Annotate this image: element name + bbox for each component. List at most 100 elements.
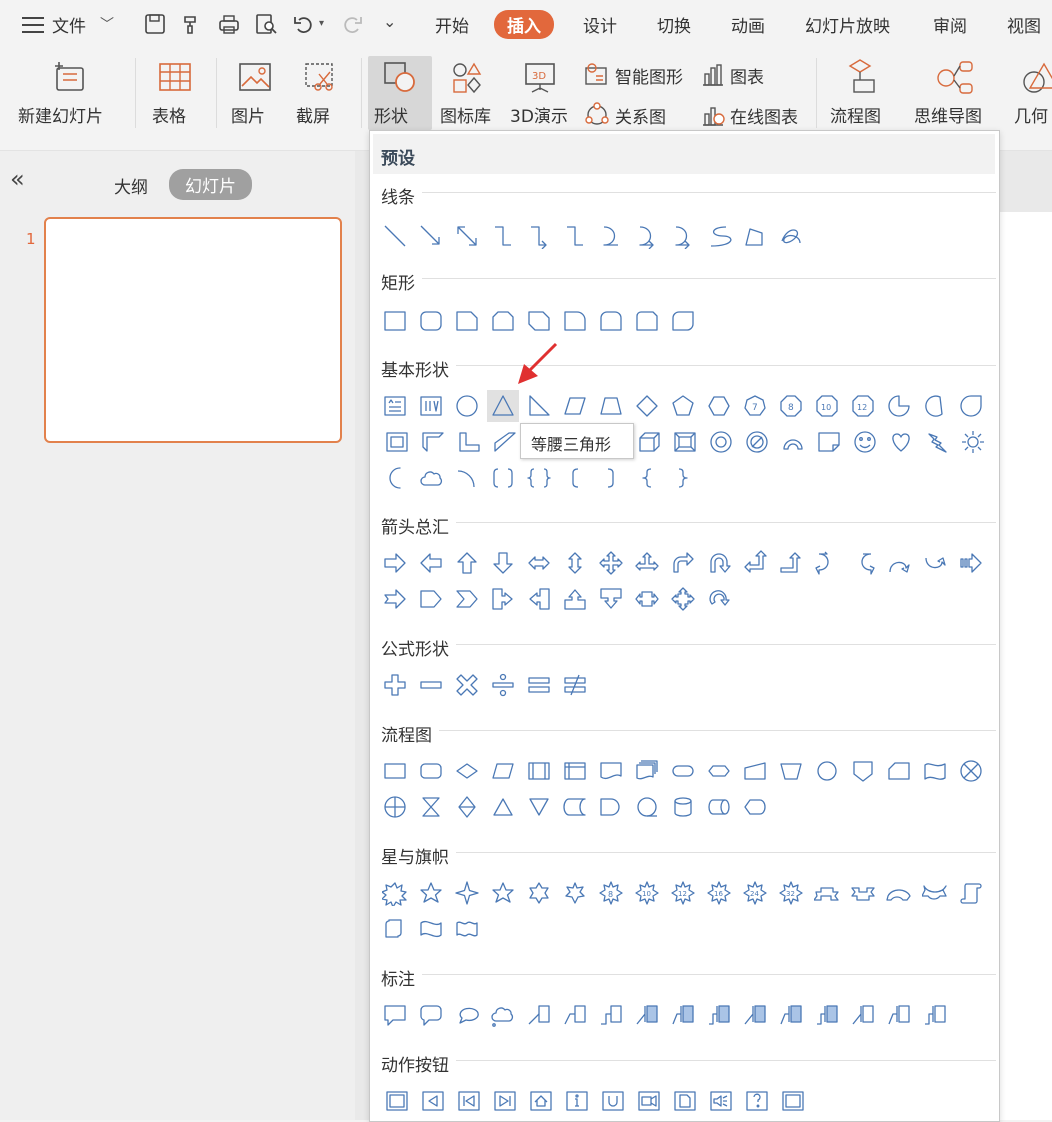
tab-design[interactable]: 设计: [583, 12, 617, 37]
shape-button[interactable]: 形状: [368, 56, 432, 130]
alr-shape-icon[interactable]: [526, 550, 552, 576]
ahome-shape-icon[interactable]: [528, 1088, 554, 1114]
rect-shape-icon[interactable]: [382, 308, 408, 334]
nosym-shape-icon[interactable]: [744, 429, 770, 455]
adoc-shape-icon[interactable]: [672, 1088, 698, 1114]
tab-view[interactable]: 视图: [1007, 12, 1041, 37]
abtn-shape-icon[interactable]: [780, 1088, 806, 1114]
dbrace-shape-icon[interactable]: [526, 465, 552, 491]
adown-shape-icon[interactable]: [490, 550, 516, 576]
arcline-shape-icon[interactable]: [454, 465, 480, 491]
seal8-shape-icon[interactable]: 8: [598, 880, 624, 906]
fold-shape-icon[interactable]: [816, 429, 842, 455]
print-icon[interactable]: [217, 12, 241, 36]
seal10-shape-icon[interactable]: 10: [634, 880, 660, 906]
textbox-shape-icon[interactable]: [382, 393, 408, 419]
rbrace-shape-icon[interactable]: [670, 465, 696, 491]
fterminator-shape-icon[interactable]: [670, 758, 696, 784]
fextract-shape-icon[interactable]: [490, 794, 516, 820]
chevron-down-icon[interactable]: ﹀: [100, 14, 114, 34]
dodec-shape-icon[interactable]: 12: [850, 393, 876, 419]
cbox3-shape-icon[interactable]: [922, 1002, 948, 1028]
aup-shape-icon[interactable]: [454, 550, 480, 576]
cube-shape-icon[interactable]: [636, 429, 662, 455]
dblarrow-shape-icon[interactable]: [454, 223, 480, 249]
crrect-shape-icon[interactable]: [418, 1002, 444, 1028]
curleft-shape-icon[interactable]: [850, 550, 876, 576]
chord-shape-icon[interactable]: [922, 393, 948, 419]
rdiag-shape-icon[interactable]: [670, 308, 696, 334]
aquad-shape-icon[interactable]: [598, 550, 624, 576]
star7-shape-icon[interactable]: [562, 880, 588, 906]
seal12-shape-icon[interactable]: 12: [670, 880, 696, 906]
plus-shape-icon[interactable]: [382, 672, 408, 698]
snipdiag-shape-icon[interactable]: [526, 308, 552, 334]
cbar1-shape-icon[interactable]: [634, 1002, 660, 1028]
ainfo-shape-icon[interactable]: [564, 1088, 590, 1114]
cbox1-shape-icon[interactable]: [850, 1002, 876, 1028]
ccloud-shape-icon[interactable]: [490, 1002, 516, 1028]
3d-demo-button[interactable]: 3D 3D演示: [506, 58, 576, 130]
screenshot-button[interactable]: 截屏: [292, 58, 352, 130]
frame-shape-icon[interactable]: [384, 429, 410, 455]
bolt-shape-icon[interactable]: [924, 429, 950, 455]
abtn-shape-icon[interactable]: [384, 1088, 410, 1114]
quadcallout-shape-icon[interactable]: [670, 586, 696, 612]
star5-shape-icon[interactable]: [418, 880, 444, 906]
fmerge-shape-icon[interactable]: [526, 794, 552, 820]
tab-slideshow[interactable]: 幻灯片放映: [805, 12, 890, 37]
fsumming-shape-icon[interactable]: [958, 758, 984, 784]
aleft-shape-icon[interactable]: [418, 550, 444, 576]
tab-transition[interactable]: 切换: [657, 12, 691, 37]
dec-shape-icon[interactable]: 10: [814, 393, 840, 419]
vtext-shape-icon[interactable]: [418, 393, 444, 419]
noteq-shape-icon[interactable]: [562, 672, 588, 698]
rrect-shape-icon[interactable]: [418, 308, 444, 334]
tab-home[interactable]: 开始: [435, 12, 469, 37]
fmanualinput-shape-icon[interactable]: [742, 758, 768, 784]
heart-shape-icon[interactable]: [888, 429, 914, 455]
ribbondown-shape-icon[interactable]: [850, 880, 876, 906]
undo-icon[interactable]: [292, 12, 316, 36]
bevel-shape-icon[interactable]: [672, 429, 698, 455]
hex-shape-icon[interactable]: [706, 393, 732, 419]
ahelp-shape-icon[interactable]: [744, 1088, 770, 1114]
rtri-shape-icon[interactable]: [526, 393, 552, 419]
fdecision-shape-icon[interactable]: [454, 758, 480, 784]
cline3-shape-icon[interactable]: [598, 1002, 624, 1028]
fdelay-shape-icon[interactable]: [598, 794, 624, 820]
fcard-shape-icon[interactable]: [886, 758, 912, 784]
hept-shape-icon[interactable]: 7: [742, 393, 768, 419]
dcallout-shape-icon[interactable]: [598, 586, 624, 612]
mindmap-button[interactable]: 思维导图: [910, 58, 1006, 130]
cline1-shape-icon[interactable]: [526, 1002, 552, 1028]
ucallout-shape-icon[interactable]: [562, 586, 588, 612]
star6-shape-icon[interactable]: [526, 880, 552, 906]
vscroll-shape-icon[interactable]: [958, 880, 984, 906]
pentarrow-shape-icon[interactable]: [418, 586, 444, 612]
cbox2-shape-icon[interactable]: [886, 1002, 912, 1028]
smile-shape-icon[interactable]: [852, 429, 878, 455]
curve-shape-icon[interactable]: [598, 223, 624, 249]
pent-shape-icon[interactable]: [670, 393, 696, 419]
fdata-shape-icon[interactable]: [490, 758, 516, 784]
alru-shape-icon[interactable]: [634, 550, 660, 576]
round2-shape-icon[interactable]: [598, 308, 624, 334]
smartart-button[interactable]: 智能图形: [584, 62, 694, 88]
star4-shape-icon[interactable]: [454, 880, 480, 906]
notched-shape-icon[interactable]: [382, 586, 408, 612]
wave-shape-icon[interactable]: [418, 916, 444, 942]
undo-dropdown-icon[interactable]: ▾: [319, 18, 324, 29]
finternal-shape-icon[interactable]: [562, 758, 588, 784]
mult-shape-icon[interactable]: [454, 672, 480, 698]
ribbonup-shape-icon[interactable]: [814, 880, 840, 906]
fmanualop-shape-icon[interactable]: [778, 758, 804, 784]
cline2-shape-icon[interactable]: [562, 1002, 588, 1028]
para-shape-icon[interactable]: [562, 393, 588, 419]
curright-shape-icon[interactable]: [814, 550, 840, 576]
elbowarrow-shape-icon[interactable]: [526, 223, 552, 249]
diamond-shape-icon[interactable]: [634, 393, 660, 419]
leftup-shape-icon[interactable]: [742, 550, 768, 576]
diagstripe-shape-icon[interactable]: [492, 429, 518, 455]
snip2-shape-icon[interactable]: [490, 308, 516, 334]
